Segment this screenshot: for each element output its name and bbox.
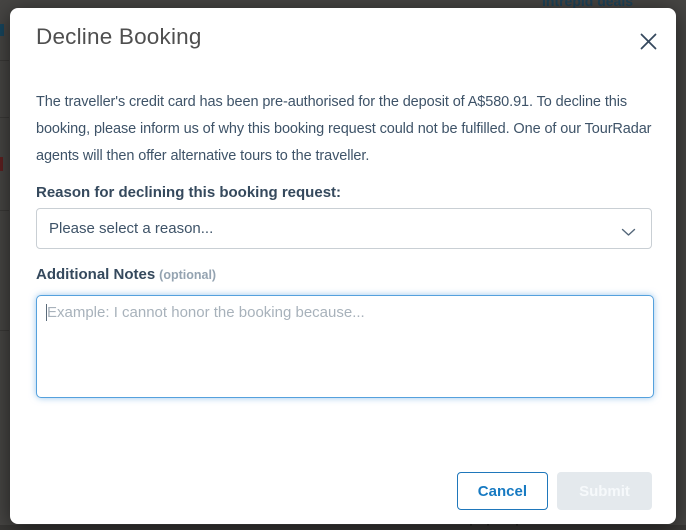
background-page-hint [0, 210, 9, 211]
reason-label: Reason for declining this booking reques… [36, 184, 342, 201]
cancel-button[interactable]: Cancel [456, 472, 548, 510]
reason-select-wrap: Please select a reason... [36, 208, 652, 249]
background-page-hint [0, 330, 9, 331]
background-page-hint [0, 525, 686, 530]
modal-description: The traveller's credit card has been pre… [36, 94, 652, 164]
notes-label-row: Additional Notes (optional) [36, 266, 216, 283]
close-button[interactable] [635, 28, 661, 54]
background-page-hint [0, 117, 9, 118]
notes-textarea-wrap [36, 295, 654, 398]
modal-footer: Cancel Submit [456, 472, 652, 510]
screen: Intrepid deals Decline Booking The trave… [0, 0, 686, 530]
notes-textarea[interactable] [36, 295, 654, 398]
submit-button[interactable]: Submit [557, 472, 652, 510]
close-icon [640, 33, 657, 50]
notes-optional-hint: (optional) [159, 268, 217, 282]
background-page-hint [0, 60, 9, 61]
decline-booking-modal: Decline Booking The traveller's credit c… [10, 8, 676, 524]
background-page-hint [0, 24, 4, 36]
background-page-hint [0, 157, 3, 171]
notes-label: Additional Notes [36, 266, 156, 283]
text-caret [46, 304, 47, 321]
modal-title: Decline Booking [36, 24, 202, 49]
reason-select[interactable]: Please select a reason... [36, 208, 652, 249]
